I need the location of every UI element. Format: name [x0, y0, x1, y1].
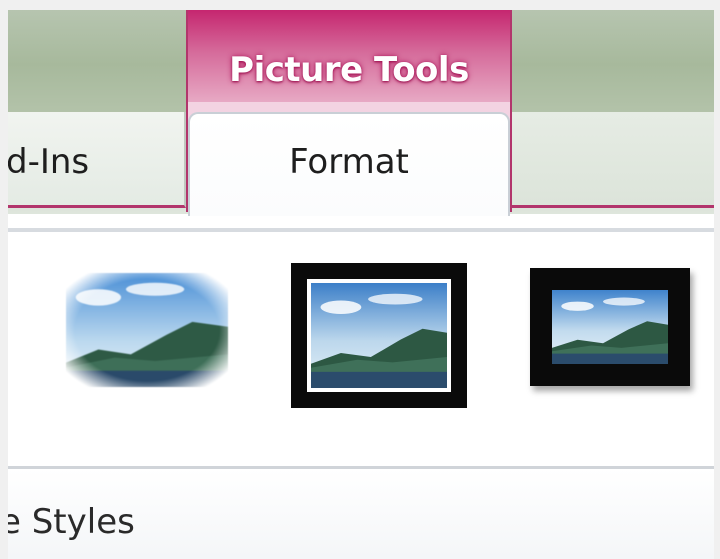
- picture-style-thick-matte-black[interactable]: [530, 268, 690, 386]
- window-frame-left: [0, 0, 8, 559]
- picture-style-double-frame-black[interactable]: [291, 263, 467, 408]
- contextual-group-label: Picture Tools: [229, 50, 469, 90]
- window-frame-top: [0, 0, 720, 10]
- contextual-tab-group-header: Picture Tools: [186, 10, 512, 102]
- tab-strip-empty-area: [512, 112, 720, 208]
- ribbon-top-divider: [0, 228, 720, 232]
- window-frame-right: [714, 0, 720, 559]
- picture-style-soft-edge[interactable]: [66, 273, 228, 387]
- tab-format[interactable]: Format: [188, 112, 510, 216]
- landscape-thumbnail-icon: [311, 283, 447, 388]
- tab-add-ins-label: d-Ins: [6, 142, 90, 182]
- tab-add-ins[interactable]: d-Ins: [0, 112, 186, 208]
- landscape-thumbnail-icon: [66, 273, 228, 387]
- picture-styles-group-label: e Styles: [0, 502, 135, 542]
- landscape-thumbnail-icon: [552, 290, 668, 364]
- tab-format-label: Format: [289, 142, 409, 182]
